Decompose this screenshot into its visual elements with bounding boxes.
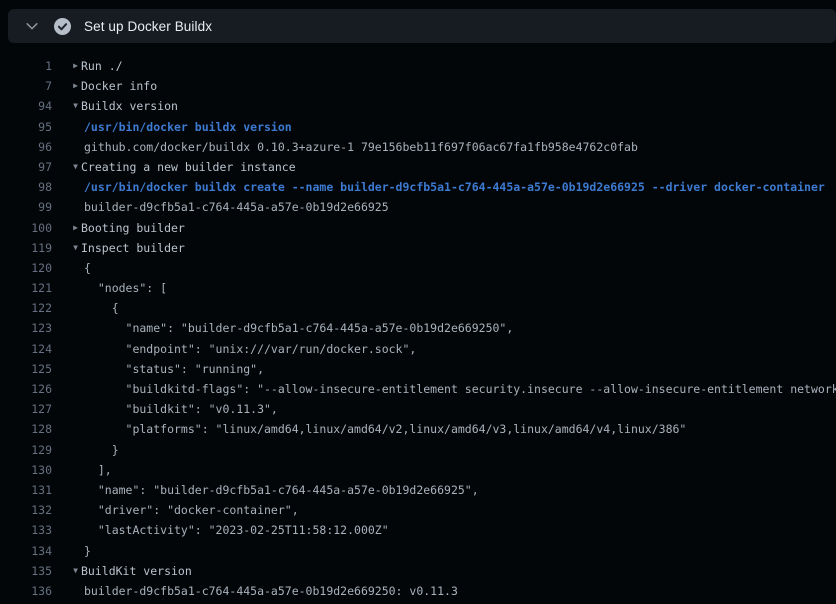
log-text: { xyxy=(84,298,119,318)
log-line: 136 builder-d9cfb5a1-c764-445a-a57e-0b19d… xyxy=(0,581,836,601)
line-number[interactable]: 94 xyxy=(0,96,52,116)
line-number[interactable]: 128 xyxy=(0,419,52,439)
group-expanded-icon[interactable]: ▼ xyxy=(52,561,78,581)
command-text: /usr/bin/docker buildx create --name bui… xyxy=(84,177,825,197)
command-text: /usr/bin/docker buildx version xyxy=(84,117,292,137)
log-text: { xyxy=(84,258,91,278)
log-group-line[interactable]: 119▼Inspect builder xyxy=(0,238,836,258)
group-title[interactable]: Docker info xyxy=(81,76,157,96)
line-number[interactable]: 131 xyxy=(0,480,52,500)
log-line: 96 github.com/docker/buildx 0.10.3+azure-… xyxy=(0,137,836,157)
log-text: "driver": "docker-container", xyxy=(84,500,299,520)
group-title[interactable]: Inspect builder xyxy=(81,238,185,258)
line-number[interactable]: 99 xyxy=(0,197,52,217)
line-number[interactable]: 97 xyxy=(0,157,52,177)
group-title[interactable]: Run ./ xyxy=(81,56,123,76)
line-number[interactable]: 1 xyxy=(0,56,52,76)
log-text: } xyxy=(84,440,119,460)
line-number[interactable]: 130 xyxy=(0,460,52,480)
group-title[interactable]: Booting builder xyxy=(81,218,185,238)
line-number[interactable]: 125 xyxy=(0,359,52,379)
log-line: 121 "nodes": [ xyxy=(0,278,836,298)
group-title[interactable]: Creating a new builder instance xyxy=(81,157,296,177)
log-line: 124 "endpoint": "unix:///var/run/docker.… xyxy=(0,339,836,359)
line-number[interactable]: 127 xyxy=(0,399,52,419)
step-title: Set up Docker Buildx xyxy=(84,19,212,34)
log-line: 122 { xyxy=(0,298,836,318)
log-text: "nodes": [ xyxy=(84,278,167,298)
check-circle-icon xyxy=(54,18,71,35)
group-expanded-icon[interactable]: ▼ xyxy=(52,96,78,116)
log-group-line[interactable]: 97▼Creating a new builder instance xyxy=(0,157,836,177)
log-text: "buildkit": "v0.11.3", xyxy=(84,399,278,419)
log-group-line[interactable]: 1▶Run ./ xyxy=(0,56,836,76)
log-text: builder-d9cfb5a1-c764-445a-a57e-0b19d2e6… xyxy=(84,197,389,217)
line-number[interactable]: 129 xyxy=(0,440,52,460)
log-line: 125 "status": "running", xyxy=(0,359,836,379)
line-number[interactable]: 133 xyxy=(0,520,52,540)
group-collapsed-icon[interactable]: ▶ xyxy=(52,76,78,96)
line-number[interactable]: 126 xyxy=(0,379,52,399)
line-number[interactable]: 124 xyxy=(0,339,52,359)
line-number[interactable]: 7 xyxy=(0,76,52,96)
log-line: 131 "name": "builder-d9cfb5a1-c764-445a-… xyxy=(0,480,836,500)
log-text: github.com/docker/buildx 0.10.3+azure-1 … xyxy=(84,137,638,157)
line-number[interactable]: 134 xyxy=(0,541,52,561)
step-header[interactable]: Set up Docker Buildx xyxy=(8,9,836,43)
log-text: builder-d9cfb5a1-c764-445a-a57e-0b19d2e6… xyxy=(84,581,458,601)
log-line: 126 "buildkitd-flags": "--allow-insecure… xyxy=(0,379,836,399)
log-text: "name": "builder-d9cfb5a1-c764-445a-a57e… xyxy=(84,480,479,500)
line-number[interactable]: 122 xyxy=(0,298,52,318)
log-text: "lastActivity": "2023-02-25T11:58:12.000… xyxy=(84,520,389,540)
line-number[interactable]: 136 xyxy=(0,581,52,601)
group-collapsed-icon[interactable]: ▶ xyxy=(52,56,78,76)
line-number[interactable]: 135 xyxy=(0,561,52,581)
line-number[interactable]: 132 xyxy=(0,500,52,520)
line-number[interactable]: 100 xyxy=(0,218,52,238)
line-number[interactable]: 96 xyxy=(0,137,52,157)
line-number[interactable]: 120 xyxy=(0,258,52,278)
line-number[interactable]: 95 xyxy=(0,117,52,137)
log-line: 130 ], xyxy=(0,460,836,480)
group-collapsed-icon[interactable]: ▶ xyxy=(52,218,78,238)
log-text: "platforms": "linux/amd64,linux/amd64/v2… xyxy=(84,419,686,439)
log-line: 134} xyxy=(0,541,836,561)
line-number[interactable]: 119 xyxy=(0,238,52,258)
line-number[interactable]: 98 xyxy=(0,177,52,197)
log-line: 129 } xyxy=(0,440,836,460)
log-line: 133 "lastActivity": "2023-02-25T11:58:12… xyxy=(0,520,836,540)
log-line: 98/usr/bin/docker buildx create --name b… xyxy=(0,177,836,197)
log-line: 120 { xyxy=(0,258,836,278)
group-title[interactable]: Buildx version xyxy=(81,96,178,116)
log-lines: 1▶Run ./7▶Docker info94▼Buildx version95… xyxy=(0,56,836,604)
line-number[interactable]: 123 xyxy=(0,318,52,338)
log-line: 128 "platforms": "linux/amd64,linux/amd6… xyxy=(0,419,836,439)
log-group-line[interactable]: 94▼Buildx version xyxy=(0,96,836,116)
chevron-down-icon[interactable] xyxy=(25,19,39,33)
log-text: "status": "running", xyxy=(84,359,264,379)
log-line: 132 "driver": "docker-container", xyxy=(0,500,836,520)
log-text: } xyxy=(84,541,91,561)
log-text: "endpoint": "unix:///var/run/docker.sock… xyxy=(84,339,416,359)
log-line: 123 "name": "builder-d9cfb5a1-c764-445a-… xyxy=(0,318,836,338)
log-group-line[interactable]: 100▶Booting builder xyxy=(0,218,836,238)
group-expanded-icon[interactable]: ▼ xyxy=(52,157,78,177)
group-expanded-icon[interactable]: ▼ xyxy=(52,238,78,258)
log-text: ], xyxy=(84,460,112,480)
log-text: "buildkitd-flags": "--allow-insecure-ent… xyxy=(84,379,836,399)
log-line: 127 "buildkit": "v0.11.3", xyxy=(0,399,836,419)
log-line: 99 builder-d9cfb5a1-c764-445a-a57e-0b19d2… xyxy=(0,197,836,217)
log-line: 95/usr/bin/docker buildx version xyxy=(0,117,836,137)
log-group-line[interactable]: 7▶Docker info xyxy=(0,76,836,96)
log-group-line[interactable]: 135▼BuildKit version xyxy=(0,561,836,581)
line-number[interactable]: 121 xyxy=(0,278,52,298)
group-title[interactable]: BuildKit version xyxy=(81,561,192,581)
log-text: "name": "builder-d9cfb5a1-c764-445a-a57e… xyxy=(84,318,513,338)
